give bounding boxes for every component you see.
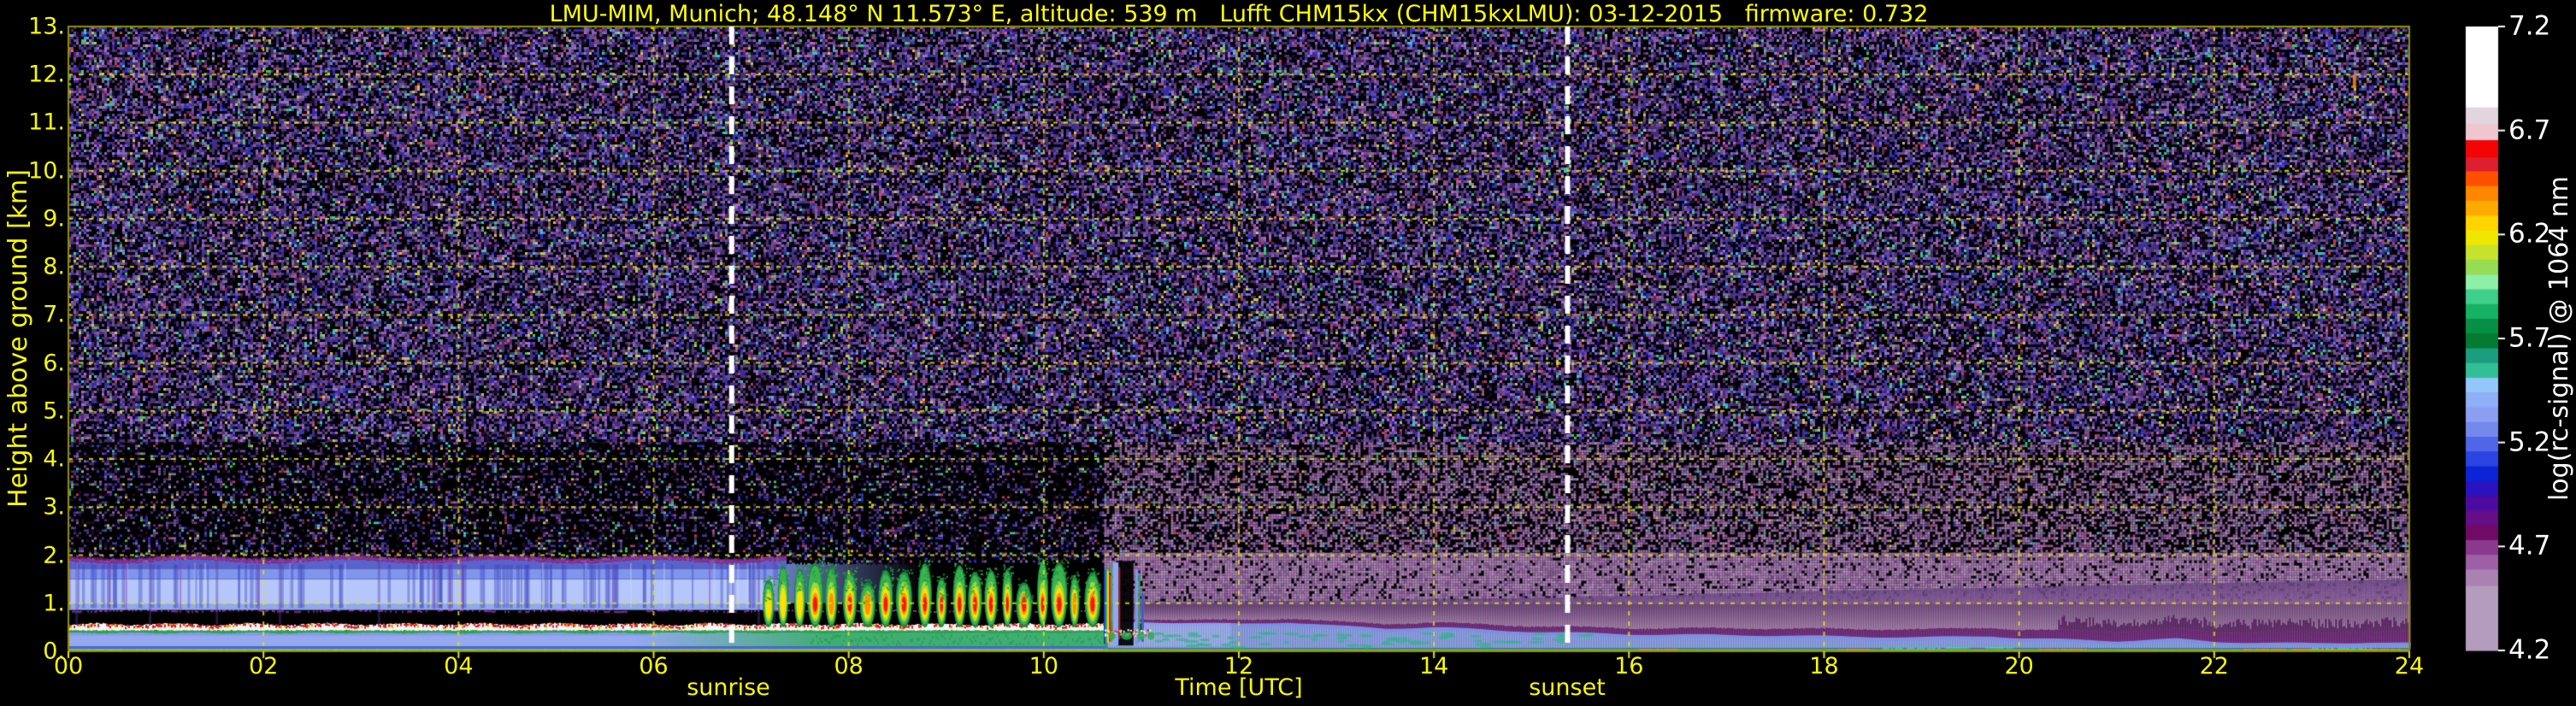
y-tick-label: 10.	[28, 157, 65, 185]
sunset-annotation: sunset	[1529, 674, 1606, 701]
y-tick-label: 2.	[43, 542, 65, 569]
x-axis-label: Time [UTC]	[1175, 674, 1303, 701]
colorbar-tick-label: 4.7	[2508, 530, 2551, 562]
x-tick-label: 08	[834, 653, 864, 680]
x-tick-label: 04	[444, 653, 474, 680]
colorbar-tick-label: 6.7	[2508, 115, 2551, 146]
plot-canvas	[0, 0, 2576, 706]
y-tick-label: 6.	[43, 350, 65, 377]
sunrise-annotation: sunrise	[687, 674, 770, 701]
y-tick-label: 7.	[43, 301, 65, 328]
x-tick-label: 24	[2394, 653, 2425, 680]
ceilometer-quicklook: LMU-MIM, Munich; 48.148° N 11.573° E, al…	[0, 0, 2576, 706]
y-tick-label: 9.	[43, 205, 65, 232]
colorbar-label: log(rc-signal) @ 1064 nm	[2544, 175, 2574, 502]
x-tick-label: 06	[639, 653, 669, 680]
x-tick-label: 18	[1809, 653, 1839, 680]
x-tick-label: 20	[2004, 653, 2034, 680]
x-tick-label: 16	[1614, 653, 1644, 680]
page-title: LMU-MIM, Munich; 48.148° N 11.573° E, al…	[549, 1, 1929, 27]
x-tick-label: 14	[1418, 653, 1449, 680]
x-tick-label: 02	[248, 653, 279, 680]
x-tick-label: 00	[53, 653, 84, 680]
colorbar-tick-label: 4.2	[2508, 634, 2551, 666]
x-tick-label: 10	[1029, 653, 1059, 680]
y-tick-label: 12.	[28, 61, 65, 88]
y-tick-label: 11.	[28, 109, 65, 136]
colorbar-tick-label: 7.2	[2508, 10, 2551, 42]
y-tick-label: 5.	[43, 397, 65, 425]
y-tick-label: 8.	[43, 253, 65, 280]
x-tick-label: 22	[2199, 653, 2229, 680]
y-tick-label: 1.	[43, 590, 65, 617]
y-tick-label: 4.	[43, 445, 65, 473]
y-tick-label: 3.	[43, 493, 65, 521]
y-tick-label: 13.	[28, 13, 65, 40]
